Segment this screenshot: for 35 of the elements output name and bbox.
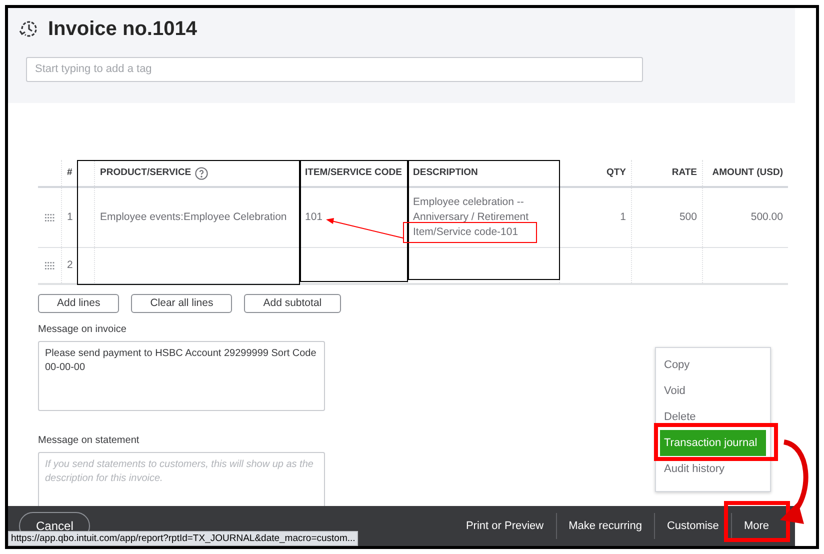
field-label: Message on statement [38,434,140,448]
column-header: ITEM/SERVICE CODE [305,166,402,180]
field-label: Message on invoice [38,323,126,337]
drag-handle-icon[interactable] [44,214,54,222]
menu-item[interactable]: Copy [660,352,766,378]
help-icon[interactable] [195,166,208,180]
table-action-button[interactable]: Clear all lines [131,294,232,313]
link-preview-tooltip: https://app.qbo.intuit.com/app/report?rptId=TX_JOURNAL&date_macro=custom... [8,531,358,546]
footer-action-button[interactable]: Make recurring [556,506,654,546]
table-cell-text: Item/Service code-101 [413,225,520,240]
column-header: # [67,166,72,180]
footer-action-button[interactable]: Print or Preview [454,506,556,546]
table-cell-text: 101 [305,210,323,225]
invoice-title: Invoice no.1014 [48,17,197,42]
footer-action-button[interactable]: More [732,506,781,546]
menu-item[interactable]: Audit history [660,456,766,482]
table-cell-text: 2 [67,258,73,273]
table-cell-text: 1 [620,210,626,225]
table-cell-text: 500 [679,210,697,225]
menu-item[interactable]: Void [660,378,766,404]
table-cell-text: 500.00 [750,210,783,225]
column-header: RATE [672,166,697,180]
table-action-button[interactable]: Add subtotal [244,294,341,313]
menu-item[interactable]: Delete [660,404,766,430]
column-header: PRODUCT/SERVICE [100,166,192,180]
table-cell-text: 1 [67,210,73,225]
table-cell-text: Employee celebration -- Anniversary / Retirement [413,195,530,225]
column-header: DESCRIPTION [413,166,478,180]
column-header: QTY [606,166,626,180]
table-cell-text: Employee events:Employee Celebration [100,210,287,225]
message-field[interactable]: Please send payment to HSBC Account 29299999 Sort Code 00-00-00 [38,341,325,411]
table-action-button[interactable]: Add lines [38,294,120,313]
drag-handle-icon[interactable] [44,262,54,270]
column-header: AMOUNT (USD) [712,166,783,180]
footer-action-button[interactable]: Customise [654,506,731,546]
